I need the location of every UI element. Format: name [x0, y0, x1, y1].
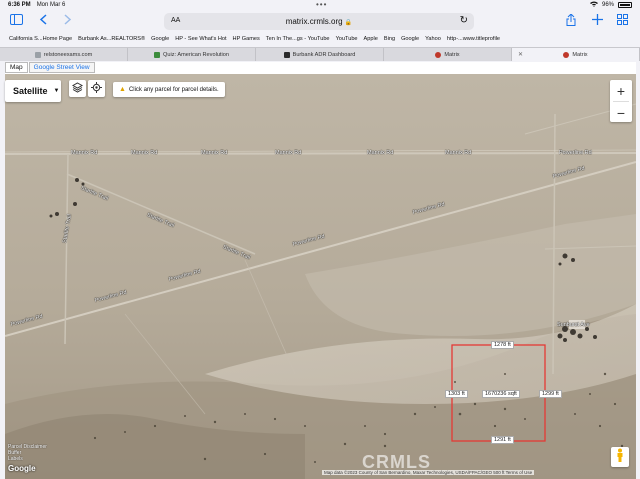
site-favicon-icon: [283, 51, 290, 58]
address-bar[interactable]: AA matrix.crmls.org 🔒 ↻: [164, 13, 474, 30]
bookmark[interactable]: YouTube: [336, 36, 358, 42]
bookmark[interactable]: Google: [401, 36, 419, 42]
zoom-out-button[interactable]: −: [610, 102, 632, 123]
tab-street-view[interactable]: Google Street View: [28, 62, 95, 73]
status-bar: 6:36 PM Mon Mar 6 ••• 96%: [0, 0, 640, 10]
sidebar-icon[interactable]: [10, 14, 23, 28]
bookmark[interactable]: Bing: [384, 36, 395, 42]
tab-map[interactable]: Map: [5, 62, 28, 73]
browser-tab[interactable]: Burbank ADR Dashboard: [256, 48, 384, 61]
satellite-map[interactable]: Mannix Rd Mannix Rd Mannix Rd Mannix Rd …: [5, 74, 636, 479]
site-favicon-icon: [34, 51, 41, 58]
browser-tab[interactable]: Matrix: [384, 48, 512, 61]
locate-icon: [91, 80, 102, 98]
battery-percent: 96%: [601, 2, 614, 8]
parcel-area[interactable]: 1670236 sqft: [482, 390, 520, 398]
google-logo: Google: [8, 464, 36, 473]
share-icon[interactable]: [566, 13, 576, 29]
map-type-select[interactable]: Satellite ▼: [5, 80, 61, 102]
chevron-down-icon: ▼: [53, 88, 60, 94]
parcel-dim-left: 1303 ft: [445, 390, 468, 398]
road-label: Mannix Rd: [275, 150, 302, 156]
road-label: Mannix Rd: [445, 150, 472, 156]
bookmark[interactable]: HP Games: [233, 36, 260, 42]
road-label: Mannix Rd: [201, 150, 228, 156]
browser-tab[interactable]: Quiz: American Revolution: [128, 48, 256, 61]
map-imagery: [5, 74, 636, 479]
forward-icon[interactable]: [64, 14, 72, 28]
status-time: 6:36 PM: [8, 2, 31, 8]
road-label: Mannix Rd: [131, 150, 158, 156]
bookmark[interactable]: Apple: [364, 36, 378, 42]
bookmark[interactable]: Ten In The...gs - YouTube: [266, 36, 330, 42]
zoom-in-button[interactable]: +: [610, 80, 632, 101]
browser-tab-active[interactable]: ✕ Matrix: [512, 48, 640, 61]
multitask-dots[interactable]: •••: [316, 1, 327, 9]
status-date: Mon Mar 6: [36, 2, 66, 8]
layers-icon: [71, 80, 84, 98]
road-label: Sunburst Ave: [557, 322, 590, 328]
tab-bar: relstoneexams.com Quiz: American Revolut…: [0, 47, 640, 61]
bookmark[interactable]: Burbank As...REALTORS®: [78, 36, 145, 42]
bookmark[interactable]: HP - See What's Hot: [175, 36, 226, 42]
browser-tab[interactable]: relstoneexams.com: [0, 48, 128, 61]
battery-icon: [618, 2, 632, 8]
parcel-dim-top: 1278 ft: [491, 341, 514, 349]
site-favicon-icon: [563, 51, 570, 58]
bookmark[interactable]: Yahoo: [425, 36, 441, 42]
map-panel: Map Google Street View Mannix Rd Mannix …: [5, 62, 636, 479]
map-legend-note: Parcel Disclaimer Buffer Labels: [8, 444, 47, 462]
layers-button[interactable]: [69, 80, 86, 97]
bookmark[interactable]: Google: [151, 36, 169, 42]
parcel-dim-bottom: 1291 ft: [491, 436, 514, 444]
status-right: 96%: [589, 1, 632, 9]
warning-icon: ▲: [119, 86, 126, 93]
bookmark[interactable]: http-...www.titleprofile: [447, 36, 500, 42]
map-view-tabs: Map Google Street View: [5, 62, 96, 73]
tab-overview-icon[interactable]: [617, 14, 628, 28]
parcel-dim-right: 1299 ft: [539, 390, 562, 398]
reload-icon[interactable]: ↻: [460, 15, 468, 26]
street-view-pegman[interactable]: [611, 447, 629, 467]
road-label: Mannix Rd: [71, 150, 98, 156]
wifi-icon: [589, 1, 598, 9]
bookmark[interactable]: California S...Home Page: [9, 36, 72, 42]
close-tab-icon[interactable]: ✕: [518, 51, 523, 58]
bookmarks-bar: California S...Home Page Burbank As...RE…: [0, 33, 640, 45]
lock-icon: 🔒: [344, 20, 353, 26]
road-label: Mannix Rd: [367, 150, 394, 156]
parcel-hint-tooltip: ▲ Click any parcel for parcel details.: [113, 82, 225, 97]
zoom-control: + −: [610, 80, 632, 122]
site-favicon-icon: [154, 51, 161, 58]
url-text: matrix.crmls.org 🔒: [285, 17, 353, 26]
my-location-button[interactable]: [88, 80, 105, 97]
back-icon[interactable]: [39, 14, 47, 28]
new-tab-icon[interactable]: [592, 14, 603, 28]
map-attribution[interactable]: Map data ©2023 County of San Bernardino,…: [322, 470, 535, 475]
road-label: Powerline Rd: [559, 150, 592, 156]
pegman-icon: [616, 448, 624, 467]
site-favicon-icon: [435, 51, 442, 58]
